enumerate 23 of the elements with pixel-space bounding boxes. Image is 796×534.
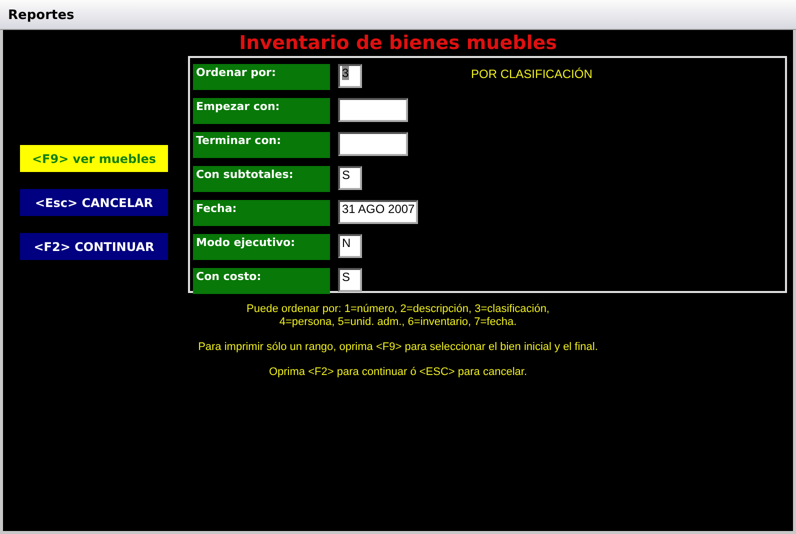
input-field[interactable] <box>338 98 408 122</box>
report-heading: Inventario de bienes muebles <box>239 32 557 54</box>
field-label: Fecha: <box>193 200 330 226</box>
input-field[interactable] <box>338 132 408 156</box>
input-field[interactable]: 3 <box>338 64 362 88</box>
window-title: Reportes <box>8 8 74 23</box>
field-label: Terminar con: <box>193 132 330 158</box>
field-label: Ordenar por: <box>193 64 330 90</box>
function-key-button[interactable]: <F9> ver muebles <box>20 145 168 172</box>
input-field[interactable]: S <box>338 166 362 190</box>
function-key-button[interactable]: <F2> CONTINUAR <box>20 233 168 260</box>
order-caption: POR CLASIFICACIÓN <box>471 67 592 81</box>
input-field[interactable]: N <box>338 234 362 258</box>
field-label: Con subtotales: <box>193 166 330 192</box>
input-field[interactable]: S <box>338 268 362 292</box>
help-text: Oprima <F2> para continuar ó <ESC> para cancelar. <box>268 366 528 379</box>
function-key-button[interactable]: <Esc> CANCELAR <box>20 189 168 216</box>
help-text: Puede ordenar por: 1=número, 2=descripción, 3=clasificación, 4=persona, 5=unid. adm., 6=inventario, 7=fecha. <box>246 303 550 329</box>
field-label: Con costo: <box>193 268 330 294</box>
field-label: Empezar con: <box>193 98 330 124</box>
help-text: Para imprimir sólo un rango, oprima <F9> para seleccionar el bien inicial y el final. <box>198 341 598 354</box>
input-field[interactable]: 31 AGO 2007 <box>338 200 418 224</box>
field-label: Modo ejecutivo: <box>193 234 330 260</box>
